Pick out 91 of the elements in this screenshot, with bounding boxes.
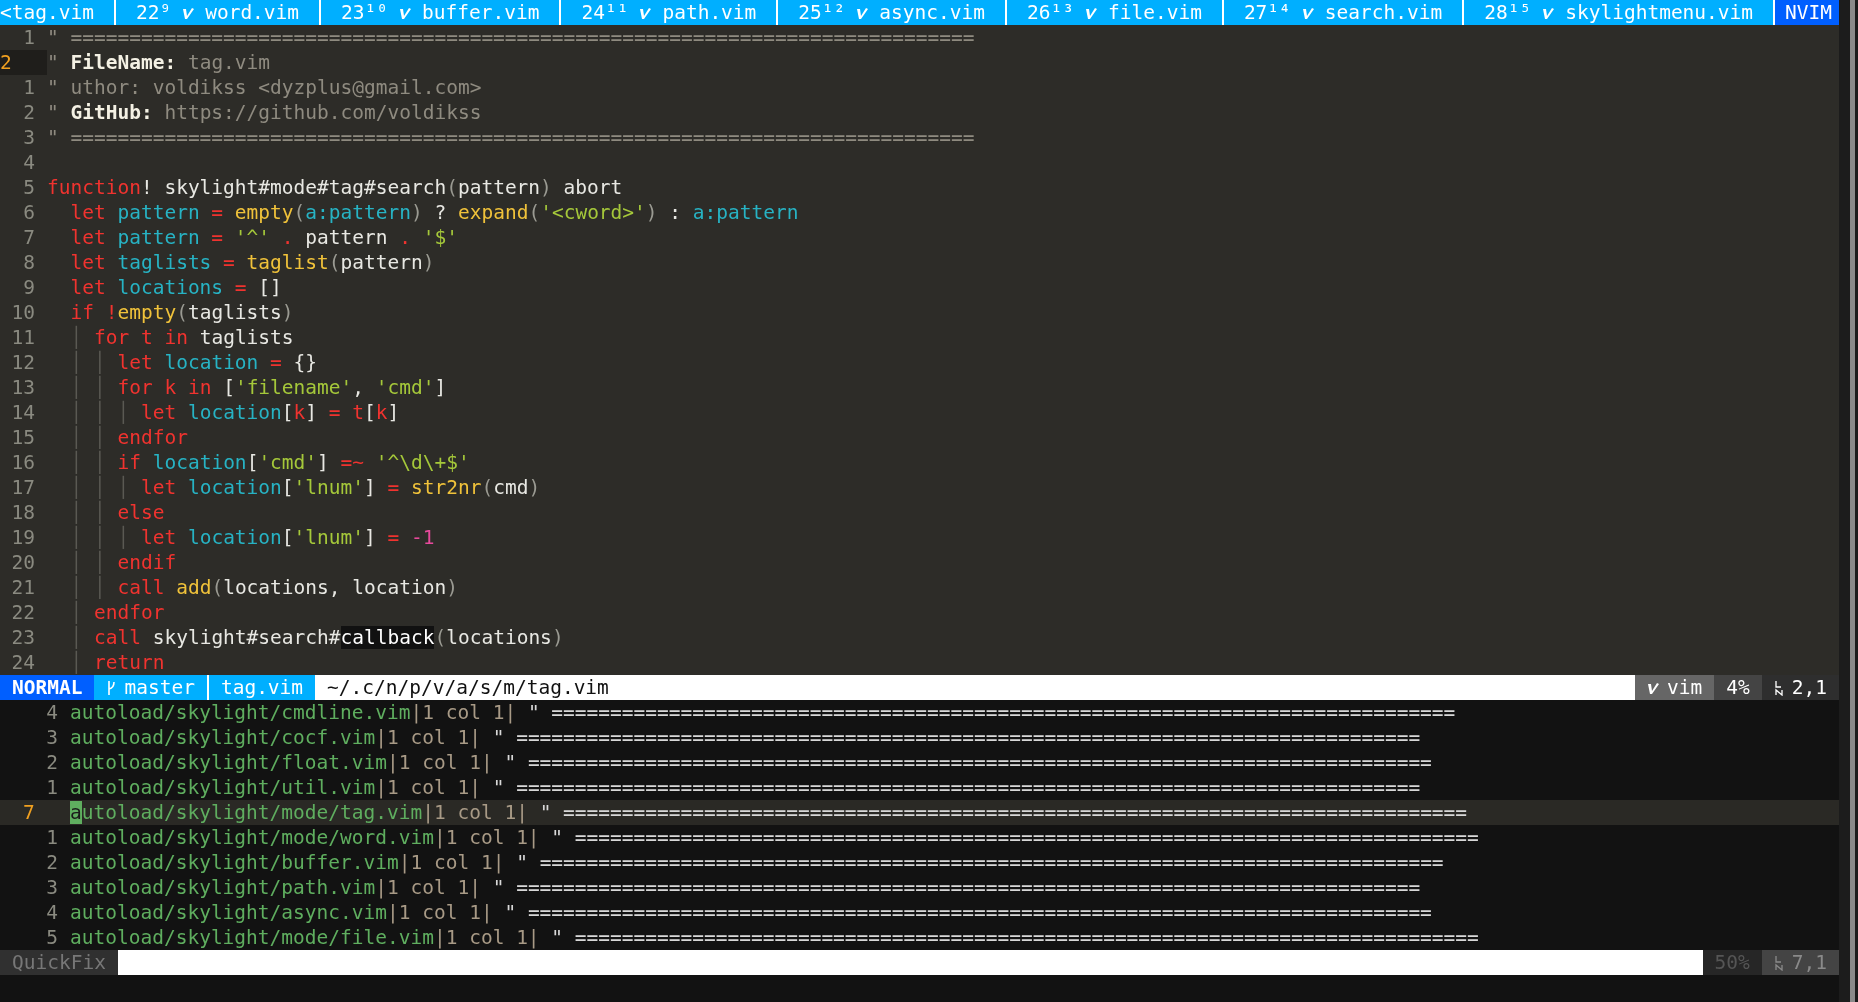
cursor-position: 2,1 xyxy=(1761,675,1839,700)
file-name: tag.vim xyxy=(206,675,316,700)
code-line: " uthor: voldikss <dyzplus@gmail.com> xyxy=(47,75,482,100)
quickfix-entry[interactable]: autoload/skylight/util.vim|1 col 1| " ============================================================================= xyxy=(70,775,1421,800)
code-line: │ │ │ let location['lnum'] = -1 xyxy=(69,525,435,550)
code-line: let locations = [] xyxy=(69,275,282,300)
quickfix-entry[interactable]: autoload/skylight/float.vim|1 col 1| " ============================================================================= xyxy=(70,750,1432,775)
line-number: 1 xyxy=(45,775,59,800)
code-line: if !empty(taglists) xyxy=(69,300,294,325)
line-number: 4 xyxy=(45,900,59,925)
line-number: 1 xyxy=(22,75,36,100)
line-number: 17 xyxy=(10,475,36,500)
line-number: 1 xyxy=(22,25,36,50)
v-logo-icon xyxy=(856,5,869,20)
code-line: │ │ │ let location['lnum'] = str2nr(cmd) xyxy=(69,475,541,500)
v-logo-icon xyxy=(399,5,412,20)
line-number: 2 xyxy=(22,100,36,125)
code-line: │ │ for k in ['filename', 'cmd'] xyxy=(69,375,447,400)
code-line: " GitHub: https://github.com/voldikss xyxy=(47,100,482,125)
branch-icon xyxy=(106,679,117,696)
quickfix-entry[interactable]: autoload/skylight/path.vim|1 col 1| " ============================================================================= xyxy=(70,875,1421,900)
code-line: │ │ │ let location[k] = t[k] xyxy=(69,400,400,425)
line-number: 11 xyxy=(10,325,36,350)
v-logo-icon xyxy=(1542,5,1555,20)
code-line: │ endfor xyxy=(69,600,165,625)
line-number: 2 xyxy=(45,750,59,775)
code-line: " ============================================================================= xyxy=(47,25,975,50)
line-number: 16 xyxy=(10,450,36,475)
line-number: 12 xyxy=(10,350,36,375)
line-number-icon xyxy=(1773,679,1784,696)
line-number: 18 xyxy=(10,500,36,525)
line-number: 7 xyxy=(22,225,36,250)
line-number: 15 xyxy=(10,425,36,450)
scrollbar[interactable] xyxy=(1850,0,1855,1002)
line-number: 2 xyxy=(45,850,59,875)
line-number: 9 xyxy=(22,275,36,300)
scroll-percent: 4% xyxy=(1714,675,1762,700)
quickfix-entry[interactable]: autoload/skylight/mode/tag.vim|1 col 1| " ============================================================================= xyxy=(70,800,1468,825)
code-line: │ │ call add(locations, location) xyxy=(69,575,458,600)
line-number: 21 xyxy=(10,575,36,600)
quickfix-entry[interactable]: autoload/skylight/mode/word.vim|1 col 1| " ============================================================================= xyxy=(70,825,1479,850)
line-number: 4 xyxy=(45,700,59,725)
line-number: 4 xyxy=(22,150,36,175)
line-number: 3 xyxy=(45,875,59,900)
code-line: │ │ endfor xyxy=(69,425,188,450)
v-logo-icon xyxy=(1647,680,1660,695)
line-number: 5 xyxy=(45,925,59,950)
branch-segment: master xyxy=(94,675,207,700)
line-number: 20 xyxy=(10,550,36,575)
line-number: 14 xyxy=(10,400,36,425)
v-logo-icon xyxy=(182,5,195,20)
line-number: 3 xyxy=(45,725,59,750)
code-line: │ │ if location['cmd'] =~ '^\d\+$' xyxy=(69,450,470,475)
mode-indicator: NORMAL xyxy=(0,675,95,700)
code-line: │ │ else xyxy=(69,500,165,525)
line-number: 22 xyxy=(10,600,36,625)
line-number: 24 xyxy=(10,650,36,675)
code-line: " FileName: tag.vim xyxy=(47,50,271,75)
line-number: 7 xyxy=(23,800,36,825)
line-number: 23 xyxy=(10,625,36,650)
v-logo-icon xyxy=(1301,5,1314,20)
code-line: let pattern = '^' . pattern . '$' xyxy=(69,225,458,250)
cursor-position: 7,1 xyxy=(1761,950,1839,975)
line-number: 1 xyxy=(45,825,59,850)
code-line: let pattern = empty(a:pattern) ? expand('<cword>') : a:pattern xyxy=(69,200,799,225)
v-logo-icon xyxy=(639,5,652,20)
quickfix-entry[interactable]: autoload/skylight/cmdline.vim|1 col 1| " ============================================================================= xyxy=(70,700,1456,725)
line-number: 19 xyxy=(10,525,36,550)
window-title: QuickFix xyxy=(0,950,118,975)
code-line: let taglists = taglist(pattern) xyxy=(69,250,435,275)
quickfix-entry[interactable]: autoload/skylight/cocf.vim|1 col 1| " ============================================================================= xyxy=(70,725,1421,750)
quickfix-entry[interactable]: autoload/skylight/buffer.vim|1 col 1| " ============================================================================= xyxy=(70,850,1444,875)
line-number: 6 xyxy=(22,200,36,225)
code-line: │ call skylight#search#callback(locations) xyxy=(69,625,564,650)
code-line: │ return xyxy=(69,650,165,675)
code-line: " ============================================================================= xyxy=(47,125,975,150)
line-number: 10 xyxy=(10,300,36,325)
line-number: 2 xyxy=(0,50,47,75)
code-line: │ │ let location = {} xyxy=(69,350,318,375)
code-line: │ │ endif xyxy=(69,550,177,575)
filetype-segment: vim xyxy=(1635,675,1715,700)
line-number: 3 xyxy=(22,125,36,150)
v-logo-icon xyxy=(1084,5,1097,20)
code-line: function! skylight#mode#tag#search(pattern) abort xyxy=(47,175,623,200)
code-line: │ for t in taglists xyxy=(69,325,294,350)
line-number: 13 xyxy=(10,375,36,400)
quickfix-entry[interactable]: autoload/skylight/async.vim|1 col 1| " ============================================================================= xyxy=(70,900,1432,925)
line-number: 5 xyxy=(22,175,36,200)
line-number: 8 xyxy=(22,250,36,275)
quickfix-entry[interactable]: autoload/skylight/mode/file.vim|1 col 1| " ============================================================================= xyxy=(70,925,1479,950)
line-number-icon xyxy=(1773,954,1784,971)
